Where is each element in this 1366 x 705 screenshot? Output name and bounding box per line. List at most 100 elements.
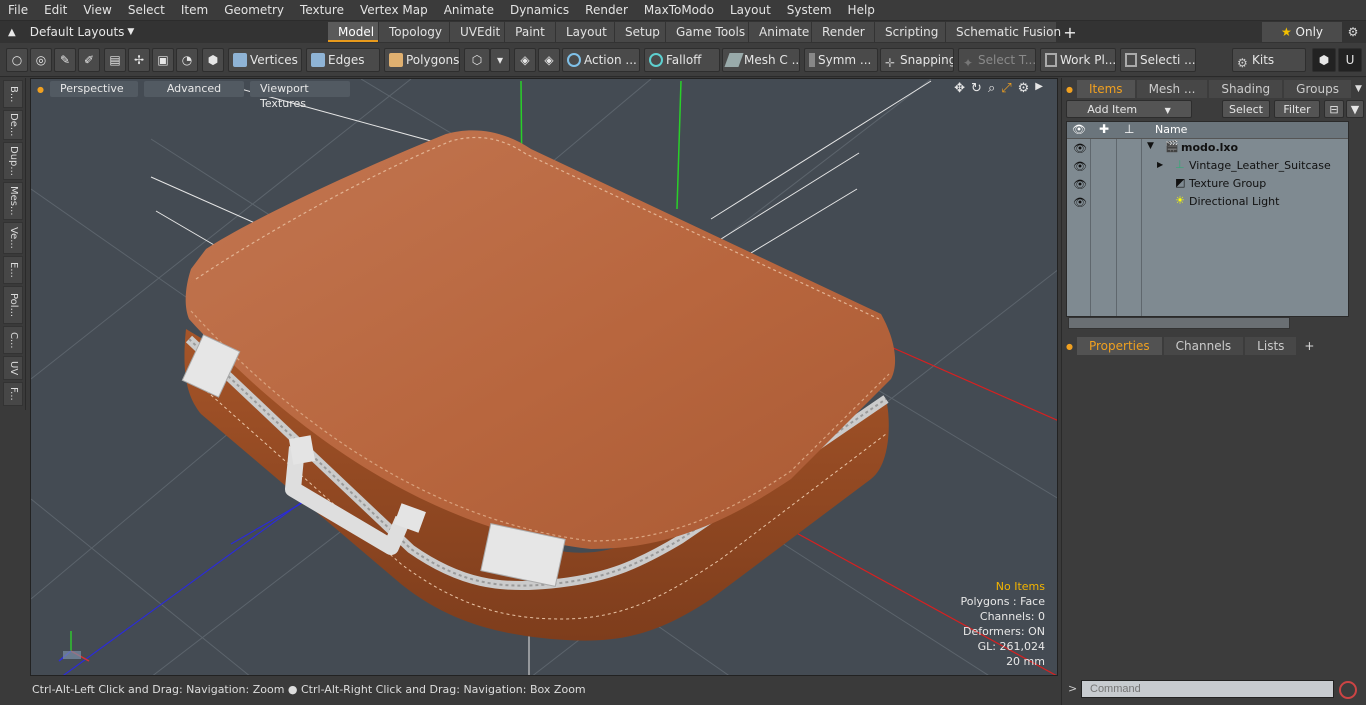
globe-icon[interactable]: ◎: [30, 48, 52, 72]
panel-menu-dot-icon[interactable]: ●: [1066, 85, 1073, 94]
visibility-eye-icon[interactable]: 👁: [1073, 160, 1087, 173]
tab-fusion[interactable]: F...: [3, 382, 23, 406]
pen-icon[interactable]: ✎: [54, 48, 76, 72]
tab-schematic-fusion[interactable]: Schematic Fusion: [946, 22, 1061, 42]
tab-polygon[interactable]: Pol...: [3, 286, 23, 324]
visibility-eye-icon[interactable]: 👁: [1073, 196, 1087, 209]
tab-scripting[interactable]: Scripting: [875, 22, 945, 42]
edges-button[interactable]: Edges: [306, 48, 380, 72]
symmetry-button[interactable]: Symm ...: [804, 48, 878, 72]
tab-lists[interactable]: Lists: [1245, 337, 1297, 355]
tabs-dropdown-icon[interactable]: ▼: [1355, 84, 1362, 94]
tab-uvedit[interactable]: UVEdit: [450, 22, 504, 42]
tab-channels[interactable]: Channels: [1163, 337, 1244, 355]
align-icon[interactable]: ▤: [104, 48, 126, 72]
tab-curve[interactable]: C...: [3, 326, 23, 354]
selection-sets-button[interactable]: Selecti ...: [1120, 48, 1196, 72]
menu-file[interactable]: File: [0, 0, 36, 21]
menu-select[interactable]: Select: [120, 0, 173, 21]
maximize-icon[interactable]: ⤢: [1001, 81, 1011, 96]
menu-animate[interactable]: Animate: [436, 0, 502, 21]
transform-icon[interactable]: ✢: [128, 48, 150, 72]
item-mode-icon[interactable]: ⬢: [202, 48, 224, 72]
tab-uv[interactable]: UV: [3, 356, 23, 380]
tab-deform[interactable]: De...: [3, 110, 23, 140]
add-tab-icon[interactable]: +: [1061, 23, 1079, 42]
tab-layout[interactable]: Layout: [556, 22, 614, 42]
tab-edge[interactable]: E...: [3, 256, 23, 284]
menu-render[interactable]: Render: [577, 0, 636, 21]
tree-row-texture-group[interactable]: 👁 ◩ Texture Group: [1067, 175, 1348, 193]
tab-vertex[interactable]: Ve...: [3, 222, 23, 254]
material-mode-icon[interactable]: ⬡: [464, 48, 490, 72]
command-input[interactable]: [1081, 680, 1334, 698]
expand-arrow-icon[interactable]: ▶: [1157, 160, 1163, 169]
zoom-icon[interactable]: ⌕: [988, 81, 995, 96]
only-toggle[interactable]: ★ Only: [1262, 22, 1342, 42]
tree-scrollbar[interactable]: [1068, 317, 1290, 329]
tab-paint[interactable]: Paint: [505, 22, 555, 42]
menu-dynamics[interactable]: Dynamics: [502, 0, 577, 21]
tree-row-light[interactable]: 👁 ☀ Directional Light: [1067, 193, 1348, 211]
circle-select-icon[interactable]: ○: [6, 48, 28, 72]
menu-geometry[interactable]: Geometry: [216, 0, 292, 21]
record-icon[interactable]: [1339, 681, 1357, 699]
tab-model[interactable]: Model: [328, 22, 378, 42]
scatter-icon[interactable]: ◈: [538, 48, 560, 72]
kits-button[interactable]: ⚙ Kits: [1232, 48, 1306, 72]
tab-items[interactable]: Items: [1076, 80, 1135, 98]
viewport-menu-dot-icon[interactable]: ●: [37, 85, 44, 94]
viewport-arrow-icon[interactable]: ▶: [1035, 81, 1043, 96]
tab-mesh[interactable]: Mesh ...: [1136, 80, 1208, 98]
select-button[interactable]: Select: [1222, 100, 1270, 118]
vertices-button[interactable]: Vertices: [228, 48, 302, 72]
tree-row-scene[interactable]: 👁 ▼ 🎬 modo.lxo: [1067, 139, 1348, 157]
expand-arrow-icon[interactable]: ▼: [1147, 141, 1154, 151]
menu-edit[interactable]: Edit: [36, 0, 75, 21]
gear-icon[interactable]: ⚙: [1344, 22, 1362, 42]
add-item-button[interactable]: Add Item ▼: [1066, 100, 1192, 118]
3d-viewport[interactable]: ● Perspective Advanced Viewport Textures…: [30, 78, 1058, 676]
visibility-eye-icon[interactable]: 👁: [1073, 142, 1087, 155]
tab-game-tools[interactable]: Game Tools: [666, 22, 748, 42]
work-plane-button[interactable]: Work Pl...: [1040, 48, 1116, 72]
menu-help[interactable]: Help: [840, 0, 883, 21]
orbit-icon[interactable]: ↻: [971, 81, 982, 96]
snapping-button[interactable]: ✛ Snapping: [880, 48, 954, 72]
brush-icon[interactable]: ✐: [78, 48, 100, 72]
tab-groups[interactable]: Groups: [1284, 80, 1351, 98]
collapse-icon[interactable]: ⊟: [1324, 100, 1344, 118]
action-center-button[interactable]: Action ...: [562, 48, 640, 72]
perspective-dropdown[interactable]: Perspective: [49, 81, 138, 97]
pan-icon[interactable]: ✥: [954, 81, 965, 96]
tab-animate[interactable]: Animate: [749, 22, 811, 42]
advanced-dropdown[interactable]: Advanced: [143, 81, 244, 97]
tab-mesh-edit[interactable]: Mes...: [3, 182, 23, 220]
filter-button[interactable]: Filter: [1274, 100, 1320, 118]
polygons-button[interactable]: Polygons: [384, 48, 460, 72]
visibility-eye-icon[interactable]: 👁: [1073, 178, 1087, 191]
mode-dropdown-icon[interactable]: ▾: [490, 48, 510, 72]
unreal-icon[interactable]: U: [1338, 48, 1362, 72]
viewport-textures-dropdown[interactable]: Viewport Textures: [249, 81, 350, 110]
symmetry-icon[interactable]: ◈: [514, 48, 536, 72]
menu-layout[interactable]: Layout: [722, 0, 779, 21]
select-through-button[interactable]: ✦ Select T...: [958, 48, 1036, 72]
funnel-icon[interactable]: ▼: [1346, 100, 1364, 118]
mesh-constraint-button[interactable]: Mesh C ...: [722, 48, 800, 72]
rotate-icon[interactable]: ◔: [176, 48, 198, 72]
tab-render[interactable]: Render: [812, 22, 874, 42]
falloff-button[interactable]: Falloff: [644, 48, 720, 72]
layout-selector[interactable]: ▲ Default Layouts ▼: [0, 21, 328, 43]
menu-item[interactable]: Item: [173, 0, 216, 21]
snap-box-icon[interactable]: ▣: [152, 48, 174, 72]
menu-system[interactable]: System: [779, 0, 840, 21]
viewport-gear-icon[interactable]: ⚙: [1018, 81, 1030, 96]
menu-vertex-map[interactable]: Vertex Map: [352, 0, 436, 21]
add-panel-tab-icon[interactable]: +: [1304, 339, 1314, 353]
tab-basic[interactable]: B...: [3, 80, 23, 108]
properties-menu-dot-icon[interactable]: ●: [1066, 342, 1073, 351]
tab-duplicate[interactable]: Dup...: [3, 142, 23, 180]
tab-topology[interactable]: Topology: [379, 22, 449, 42]
menu-view[interactable]: View: [75, 0, 119, 21]
